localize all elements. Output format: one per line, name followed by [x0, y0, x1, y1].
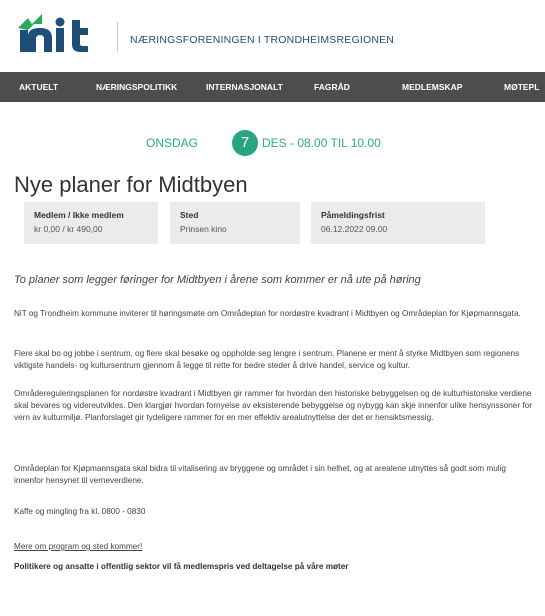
- nav-item-fagrad[interactable]: FAGRÅD: [314, 72, 350, 102]
- nav-item-naeringspolitikk[interactable]: NÆRINGSPOLITIKK: [96, 72, 177, 102]
- event-day-badge: 7: [232, 130, 258, 156]
- info-box-deadline: Påmeldingsfrist 06.12.2022 09.00: [311, 202, 485, 244]
- event-paragraph: Områdereguleringsplanen for nordøstre kv…: [14, 389, 532, 422]
- page-title: Nye planer for Midtbyen: [14, 171, 248, 197]
- event-paragraph: NiT og Trondheim kommune inviterer til h…: [14, 309, 521, 318]
- nit-logo[interactable]: [16, 14, 108, 54]
- event-paragraph: Kaffe og mingling fra kl. 0800 - 0830: [14, 507, 146, 516]
- info-value: 06.12.2022 09.00: [321, 224, 388, 234]
- info-value: Prinsen kino: [180, 224, 227, 234]
- event-paragraph: Flere skal bo og jobbe i sentrum, og fle…: [14, 349, 520, 370]
- event-lead: To planer som legger føringer for Midtby…: [14, 274, 421, 286]
- event-time: DES - 08.00 TIL 10.00: [262, 136, 381, 150]
- nav-item-aktuelt[interactable]: AKTUELT: [19, 72, 58, 102]
- program-link[interactable]: Mere om program og sted kommer!: [14, 542, 142, 551]
- info-box-location: Sted Prinsen kino: [170, 202, 300, 244]
- header-divider: [117, 22, 118, 52]
- nav-item-medlemskap[interactable]: MEDLEMSKAP: [402, 72, 462, 102]
- member-price-note: Politikere og ansatte i offentlig sektor…: [14, 562, 349, 571]
- info-box-price: Medlem / Ikke medlem kr 0,00 / kr 490,00: [24, 202, 158, 244]
- event-weekday: ONSDAG: [146, 136, 199, 150]
- main-nav: AKTUELT NÆRINGSPOLITIKK INTERNASJONALT F…: [0, 72, 545, 102]
- info-label: Medlem / Ikke medlem: [34, 210, 124, 220]
- info-label: Påmeldingsfrist: [321, 210, 385, 220]
- header-tagline: NÆRINGSFORENINGEN I TRONDHEIMSREGIONEN: [130, 34, 395, 46]
- event-paragraph: Områdeplan for Kjøpmannsgata skal bidra …: [14, 464, 506, 485]
- info-label: Sted: [180, 210, 199, 220]
- nav-item-moteplasser[interactable]: MØTEPL: [504, 72, 539, 102]
- nav-item-internasjonalt[interactable]: INTERNASJONALT: [206, 72, 283, 102]
- site-header: NÆRINGSFORENINGEN I TRONDHEIMSREGIONEN: [0, 0, 545, 72]
- info-value: kr 0,00 / kr 490,00: [34, 224, 103, 234]
